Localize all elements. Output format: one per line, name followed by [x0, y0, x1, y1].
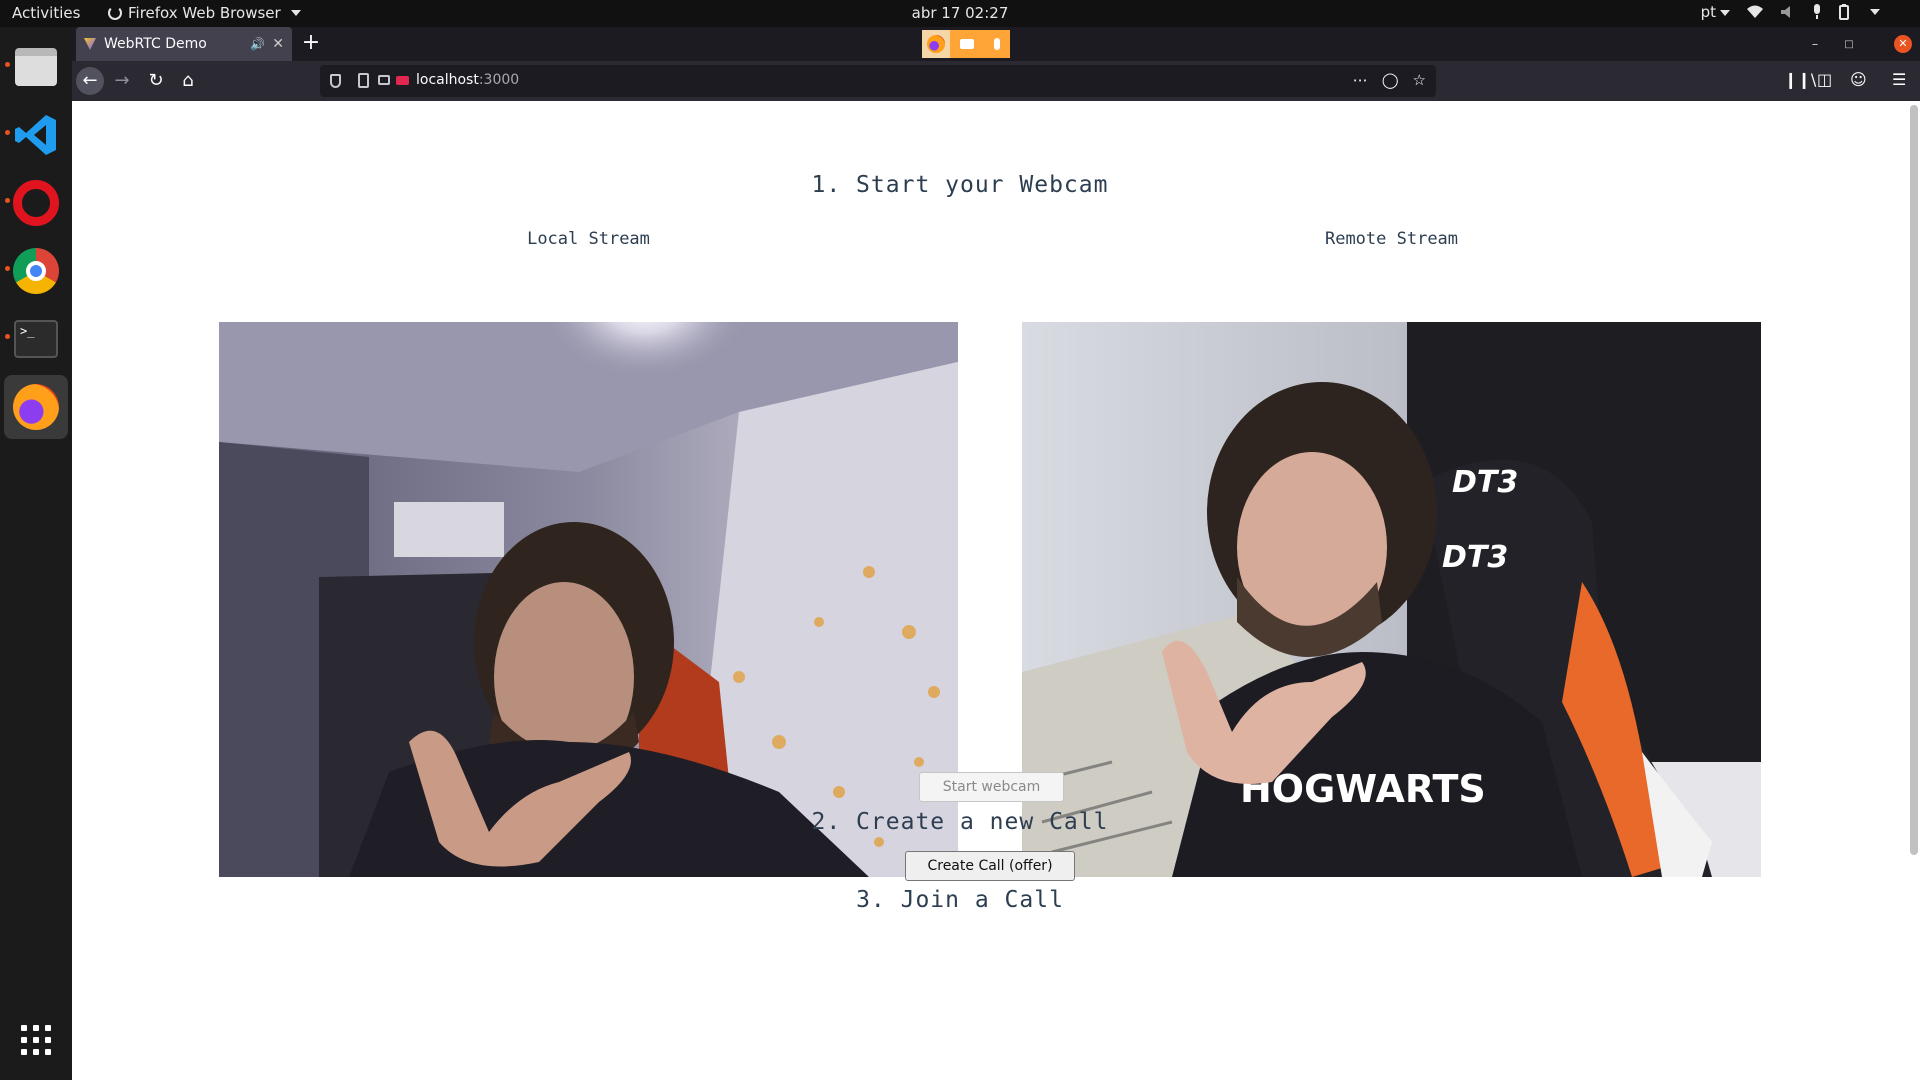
app-menu[interactable]: Firefox Web Browser [108, 4, 301, 22]
tracking-shield-icon[interactable] [330, 74, 341, 88]
close-window-button[interactable]: ✕ [1894, 35, 1912, 53]
favicon-icon [84, 38, 96, 50]
sidebar-icon[interactable]: ◫ [1817, 70, 1832, 89]
section3-title: 3. Join a Call [856, 887, 1064, 913]
url-text: localhost:3000 [416, 72, 520, 88]
page-info-icon[interactable] [358, 73, 369, 88]
menu-icon[interactable]: ☰ [1892, 70, 1906, 89]
vertical-scrollbar[interactable] [1910, 105, 1918, 855]
app-grid-icon [21, 1025, 51, 1055]
home-button[interactable]: ⌂ [174, 67, 202, 95]
page-actions-icon[interactable]: ⋯ [1353, 71, 1368, 89]
dock-files[interactable] [4, 35, 68, 99]
minimize-button[interactable]: – [1800, 27, 1830, 61]
opera-icon [13, 180, 59, 226]
bookmark-star-icon[interactable]: ☆ [1413, 71, 1426, 89]
local-stream-video [219, 322, 958, 877]
app-menu-label: Firefox Web Browser [128, 4, 281, 22]
chair-logo-top: DT3 [1452, 465, 1518, 500]
sharing-indicator[interactable] [922, 30, 1010, 58]
terminal-icon: >_ [14, 320, 58, 358]
dock: >_ [0, 27, 72, 1080]
tab-title: WebRTC Demo [104, 36, 207, 52]
firefox-mini-icon [108, 6, 122, 20]
files-icon [15, 48, 57, 86]
create-call-button[interactable]: Create Call (offer) [905, 851, 1075, 881]
chevron-down-icon [1720, 9, 1730, 16]
dock-firefox[interactable] [4, 375, 68, 439]
tab-bar: WebRTC Demo 🔊 ✕ + – □ ✕ [72, 27, 1920, 61]
section2-title: 2. Create a new Call [811, 809, 1109, 835]
camera-icon [960, 39, 974, 49]
local-webcam-frame [219, 322, 958, 877]
forward-button[interactable]: → [108, 67, 136, 95]
new-tab-button[interactable]: + [298, 31, 324, 57]
reload-button[interactable]: ↻ [142, 67, 170, 95]
start-webcam-button[interactable]: Start webcam [919, 772, 1064, 802]
microphone-icon [994, 38, 1000, 50]
remote-webcam-frame: DT3 DT3 HOGWARTS [1022, 322, 1761, 877]
pocket-icon[interactable]: ◯ [1382, 71, 1399, 89]
system-top-bar: Activities Firefox Web Browser abr 17 02… [0, 0, 1920, 27]
url-bar[interactable]: localhost:3000 ⋯ ◯ ☆ [320, 65, 1436, 97]
chevron-down-icon [1870, 9, 1880, 15]
dock-terminal[interactable]: >_ [4, 307, 68, 371]
library-icon[interactable]: ❙❙\ [1784, 70, 1816, 89]
firefox-sharing-icon [922, 30, 950, 58]
remote-stream-video: DT3 DT3 HOGWARTS [1022, 322, 1761, 877]
clock[interactable]: abr 17 02:27 [900, 4, 1020, 22]
wifi-icon [1747, 5, 1763, 18]
dock-vscode[interactable] [4, 103, 68, 167]
show-applications-button[interactable] [4, 1008, 68, 1072]
back-button[interactable]: ← [76, 67, 104, 95]
page-content: 1. Start your Webcam Local Stream Remote… [72, 101, 1920, 1080]
dock-opera[interactable] [4, 171, 68, 235]
speaker-icon[interactable]: 🔊 [250, 37, 265, 51]
maximize-button[interactable]: □ [1834, 27, 1864, 61]
remote-stream-label: Remote Stream [1324, 229, 1459, 249]
chevron-down-icon [290, 10, 301, 16]
tab-webrtc-demo[interactable]: WebRTC Demo 🔊 ✕ [76, 27, 292, 61]
permissions-icon[interactable] [378, 75, 390, 85]
system-tray[interactable]: pt [1701, 3, 1880, 21]
activities-button[interactable]: Activities [12, 4, 80, 22]
firefox-icon [13, 384, 59, 430]
battery-icon [1839, 4, 1849, 20]
firefox-window: WebRTC Demo 🔊 ✕ + – □ ✕ ← → ↻ ⌂ localhos… [72, 27, 1920, 1080]
chrome-icon [13, 248, 59, 294]
local-stream-label: Local Stream [527, 229, 650, 249]
dock-chrome[interactable] [4, 239, 68, 303]
close-tab-icon[interactable]: ✕ [272, 36, 284, 52]
microphone-icon [1814, 4, 1820, 19]
navigation-toolbar: ← → ↻ ⌂ localhost:3000 ⋯ ◯ ☆ ❙❙\ ◫ ☺ ☰ [72, 61, 1920, 101]
section1-title: 1. Start your Webcam [811, 172, 1109, 198]
vscode-icon [15, 115, 56, 155]
camera-in-use-icon[interactable] [396, 76, 409, 85]
volume-icon [1781, 6, 1790, 18]
account-icon[interactable]: ☺ [1850, 70, 1867, 89]
chair-logo-bottom: DT3 [1442, 540, 1508, 575]
language-indicator[interactable]: pt [1701, 3, 1730, 21]
